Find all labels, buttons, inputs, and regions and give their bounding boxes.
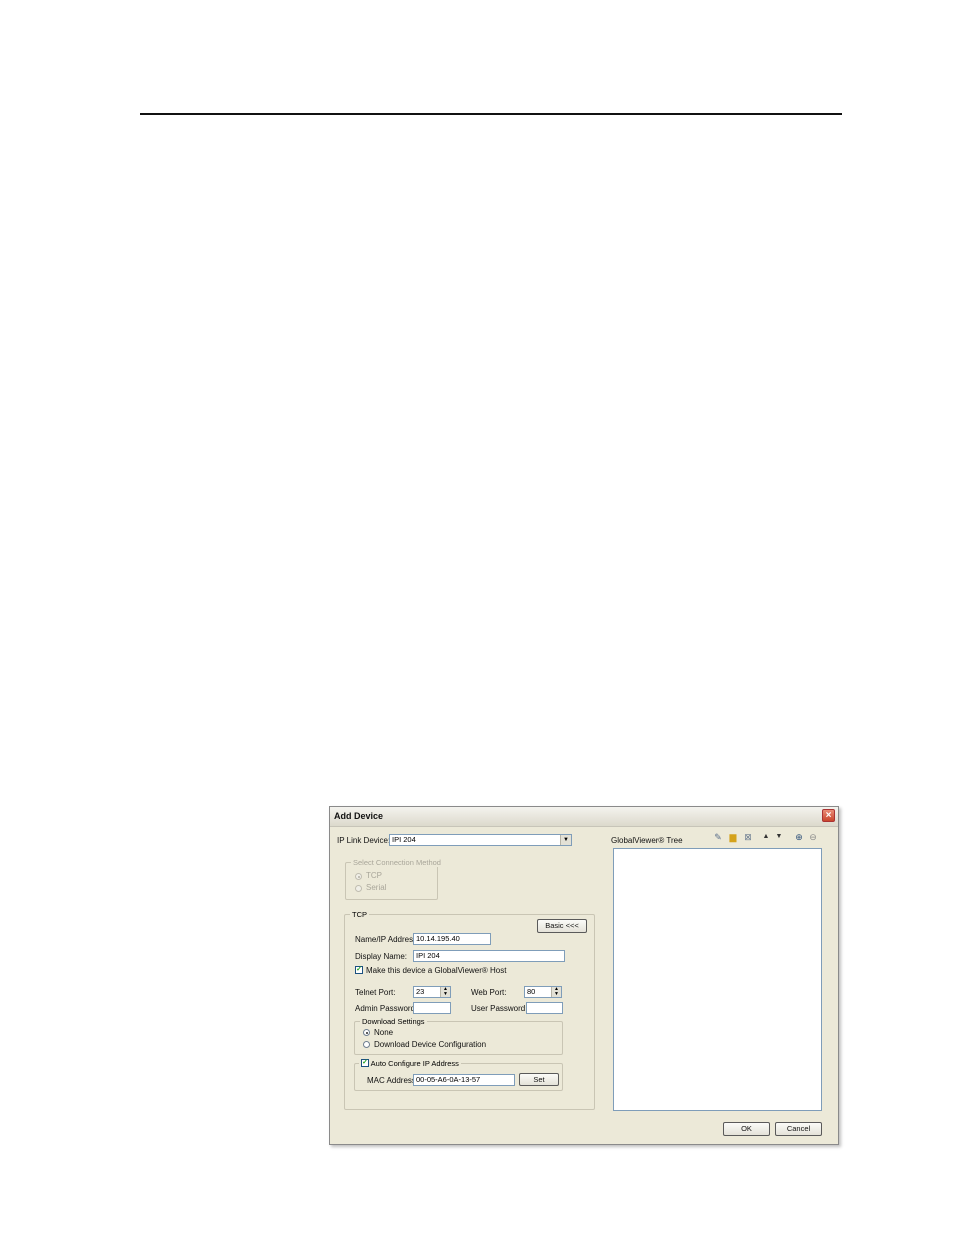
- move-down-icon[interactable]: ▼: [774, 832, 784, 842]
- pencil-icon[interactable]: ✎: [713, 832, 723, 842]
- ip-link-device-value: IPI 204: [392, 835, 416, 844]
- tcp-group: TCP Basic <<< Name/IP Address: 10.14.195…: [344, 910, 595, 1110]
- web-port-value: 80: [527, 987, 536, 996]
- serial-radio-label: Serial: [366, 883, 387, 892]
- user-password-input[interactable]: [526, 1002, 563, 1014]
- auto-configure-legend: ✓ Auto Configure IP Address: [359, 1059, 461, 1069]
- download-settings-group: Download Settings None Download Device C…: [354, 1017, 563, 1055]
- set-button[interactable]: Set: [519, 1073, 559, 1086]
- dialog-title: Add Device: [334, 811, 384, 821]
- globalviewer-tree-panel[interactable]: [613, 848, 822, 1111]
- delete-icon[interactable]: ⊠: [743, 832, 753, 842]
- telnet-port-value: 23: [416, 987, 425, 996]
- expand-icon[interactable]: ⊕: [794, 832, 804, 842]
- chevron-down-icon[interactable]: ▼: [560, 835, 571, 845]
- admin-password-input[interactable]: [413, 1002, 451, 1014]
- spinner-icon[interactable]: ▲ ▼: [551, 987, 561, 997]
- auto-configure-label: Auto Configure IP Address: [370, 1059, 459, 1068]
- web-port-stepper[interactable]: 80 ▲ ▼: [524, 986, 562, 998]
- admin-password-label: Admin Password:: [355, 1004, 418, 1013]
- name-ip-label: Name/IP Address:: [355, 935, 420, 944]
- globalviewer-host-label: Make this device a GlobalViewer® Host: [366, 966, 507, 975]
- tcp-group-label: TCP: [350, 910, 369, 919]
- tcp-radio-label: TCP: [366, 871, 382, 880]
- display-name-label: Display Name:: [355, 952, 408, 961]
- download-config-label: Download Device Configuration: [374, 1040, 487, 1049]
- collapse-icon[interactable]: ⊖: [808, 832, 818, 842]
- auto-configure-group: ✓ Auto Configure IP Address MAC Address:…: [354, 1059, 563, 1091]
- mac-address-label: MAC Address:: [367, 1076, 419, 1085]
- ip-link-device-label: IP Link Device:: [337, 836, 391, 845]
- name-ip-input[interactable]: 10.14.195.40: [413, 933, 491, 945]
- connection-method-label: Select Connection Method: [351, 858, 443, 867]
- folder-icon[interactable]: ▆: [728, 832, 738, 842]
- user-password-label: User Password:: [471, 1004, 528, 1013]
- add-device-dialog: Add Device × IP Link Device: IPI 204 ▼ S…: [329, 806, 839, 1145]
- download-none-radio[interactable]: [363, 1029, 370, 1036]
- connection-method-group: Select Connection Method TCP Serial: [345, 858, 443, 900]
- display-name-input[interactable]: IPI 204: [413, 950, 565, 962]
- tcp-radio[interactable]: [355, 873, 362, 880]
- download-none-label: None: [374, 1028, 394, 1037]
- globalviewer-host-checkbox[interactable]: ✓: [355, 966, 363, 974]
- dialog-title-bar[interactable]: Add Device ×: [330, 807, 838, 827]
- download-config-radio[interactable]: [363, 1041, 370, 1048]
- download-settings-label: Download Settings: [360, 1017, 427, 1026]
- ip-link-device-select[interactable]: IPI 204 ▼: [389, 834, 572, 846]
- basic-button[interactable]: Basic <<<: [537, 919, 587, 933]
- telnet-port-stepper[interactable]: 23 ▲ ▼: [413, 986, 451, 998]
- serial-radio[interactable]: [355, 885, 362, 892]
- cancel-button[interactable]: Cancel: [775, 1122, 822, 1136]
- close-icon[interactable]: ×: [822, 809, 835, 822]
- globalviewer-tree-label: GlobalViewer® Tree: [611, 836, 683, 845]
- ok-button[interactable]: OK: [723, 1122, 770, 1136]
- page-header-rule: [140, 113, 842, 115]
- telnet-port-label: Telnet Port:: [355, 988, 396, 997]
- move-up-icon[interactable]: ▲: [761, 832, 771, 842]
- auto-configure-checkbox[interactable]: ✓: [361, 1059, 369, 1068]
- spinner-icon[interactable]: ▲ ▼: [440, 987, 450, 997]
- mac-address-input[interactable]: 00-05-A6-0A-13-57: [413, 1074, 515, 1086]
- web-port-label: Web Port:: [471, 988, 507, 997]
